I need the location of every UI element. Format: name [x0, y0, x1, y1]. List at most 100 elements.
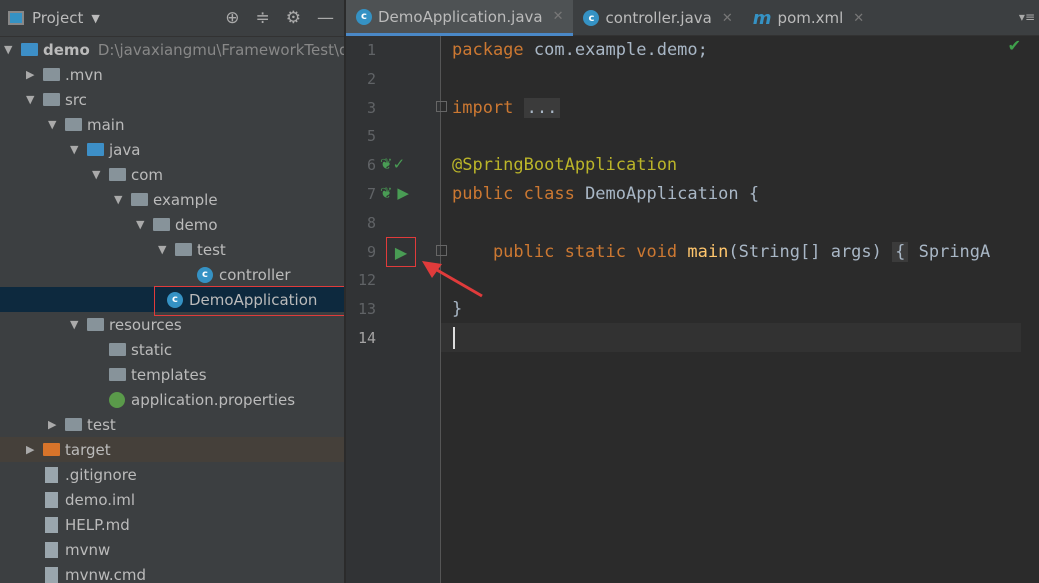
- chevron-right-icon[interactable]: ▶: [48, 418, 60, 431]
- package-icon: [152, 217, 170, 232]
- text-caret: [453, 327, 455, 349]
- spring-run-icon[interactable]: ❦ ▶: [380, 184, 409, 202]
- chevron-down-icon[interactable]: ▼: [91, 12, 99, 25]
- tree-item[interactable]: templates: [0, 362, 344, 387]
- close-icon[interactable]: ✕: [722, 11, 733, 26]
- collapse-all-icon[interactable]: ≑: [256, 8, 270, 28]
- code-line[interactable]: public static void main(String[] args) {…: [452, 238, 990, 267]
- line-number: 9: [366, 242, 376, 261]
- tab-label: DemoApplication.java: [378, 7, 543, 26]
- tree-item[interactable]: ▼ demo: [0, 212, 344, 237]
- tree-item-label: main: [87, 115, 125, 134]
- line-number: 2: [366, 69, 376, 88]
- tree-item[interactable]: ▶ target: [0, 437, 344, 462]
- run-main-button[interactable]: ▶: [386, 237, 416, 267]
- code-token: {: [892, 241, 909, 262]
- tree-item-label: mvnw.cmd: [65, 565, 147, 583]
- line-number: 6: [366, 156, 376, 175]
- tree-item[interactable]: ▶ test: [0, 412, 344, 437]
- tab-list-icon[interactable]: ▾≡: [1015, 0, 1039, 35]
- chevron-down-icon[interactable]: ▼: [48, 118, 60, 131]
- spring-bean-icon[interactable]: ❦✓: [380, 155, 405, 173]
- tab-demo-application[interactable]: c DemoApplication.java ✕: [346, 0, 574, 36]
- chevron-down-icon[interactable]: ▼: [136, 218, 148, 231]
- module-path: D:\javaxiangmu\FrameworkTest\de: [97, 40, 345, 59]
- hide-icon[interactable]: —: [317, 8, 334, 28]
- tree-item-label: java: [109, 140, 141, 159]
- tree-item[interactable]: c controller: [0, 262, 344, 287]
- project-view-selector[interactable]: Project: [32, 9, 83, 27]
- folder-icon: [64, 417, 82, 432]
- fold-icon[interactable]: [436, 245, 447, 256]
- code-token: com.example.demo;: [533, 40, 708, 60]
- current-line-highlight: [441, 323, 1021, 352]
- chevron-down-icon[interactable]: ▼: [4, 43, 16, 56]
- tree-item-label: target: [65, 440, 111, 459]
- tree-item[interactable]: ▼ src: [0, 87, 344, 112]
- chevron-down-icon[interactable]: ▼: [70, 143, 82, 156]
- tree-item[interactable]: ▼ test: [0, 237, 344, 262]
- tree-item-label: demo.iml: [65, 490, 135, 509]
- chevron-right-icon[interactable]: ▶: [26, 443, 38, 456]
- code-line[interactable]: import ...: [452, 94, 561, 123]
- tree-item[interactable]: HELP.md: [0, 512, 344, 537]
- fold-icon[interactable]: [436, 101, 447, 112]
- close-icon[interactable]: ✕: [853, 11, 864, 26]
- package-icon: [130, 192, 148, 207]
- tree-item[interactable]: ▶ .mvn: [0, 62, 344, 87]
- chevron-down-icon[interactable]: ▼: [70, 318, 82, 331]
- highlight-box: [154, 286, 344, 316]
- folder-icon: [108, 367, 126, 382]
- chevron-right-icon[interactable]: ▶: [26, 68, 38, 81]
- tree-item[interactable]: mvnw.cmd: [0, 562, 344, 583]
- line-number: 1: [366, 41, 376, 59]
- tree-item-label: example: [153, 190, 218, 209]
- tree-item-label: mvnw: [65, 540, 111, 559]
- file-icon: [42, 491, 60, 508]
- line-number: 12: [357, 271, 376, 290]
- resources-folder-icon: [86, 317, 104, 332]
- shell-icon: [42, 541, 60, 558]
- maven-icon: m: [752, 7, 772, 29]
- spring-properties-icon: [108, 391, 126, 408]
- tree-item[interactable]: ▼ java: [0, 137, 344, 162]
- code-token: SpringA: [908, 241, 991, 262]
- line-number: 14: [357, 329, 376, 347]
- chevron-down-icon[interactable]: ▼: [158, 243, 170, 256]
- code-line[interactable]: public class DemoApplication {: [452, 180, 759, 209]
- tree-item[interactable]: ▼ example: [0, 187, 344, 212]
- gear-icon[interactable]: ⚙: [286, 8, 301, 28]
- editor-tabs: c DemoApplication.java ✕ c controller.java ✕…: [346, 0, 1039, 36]
- code-token: @SpringBootApplication: [452, 155, 678, 176]
- project-view-icon: [8, 11, 24, 25]
- tree-item-label: HELP.md: [65, 515, 130, 534]
- tree-item[interactable]: ▼ main: [0, 112, 344, 137]
- tree-item[interactable]: ▼ com: [0, 162, 344, 187]
- chevron-down-icon[interactable]: ▼: [114, 193, 126, 206]
- tab-pom[interactable]: m pom.xml ✕: [743, 0, 874, 36]
- locate-icon[interactable]: ⊕: [225, 8, 239, 28]
- code-line[interactable]: @SpringBootApplication: [452, 151, 677, 180]
- file-icon: [42, 466, 60, 483]
- tree-item-label: application.properties: [131, 390, 296, 409]
- code-line[interactable]: package com.example.demo;: [452, 36, 708, 65]
- chevron-down-icon[interactable]: ▼: [26, 93, 38, 106]
- tree-item[interactable]: demo.iml: [0, 487, 344, 512]
- code-token: ...: [523, 97, 561, 118]
- close-icon[interactable]: ✕: [553, 9, 564, 24]
- code-token: import: [452, 97, 524, 118]
- module-folder-icon: [20, 42, 38, 57]
- chevron-down-icon[interactable]: ▼: [92, 168, 104, 181]
- tab-label: pom.xml: [777, 9, 844, 27]
- tree-item-label: com: [131, 165, 164, 184]
- tree-item[interactable]: ▼ demo D:\javaxiangmu\FrameworkTest\de: [0, 37, 345, 62]
- tree-item-label: demo D:\javaxiangmu\FrameworkTest\de: [43, 40, 345, 59]
- tab-controller[interactable]: c controller.java ✕: [573, 0, 742, 36]
- tree-item[interactable]: static: [0, 337, 344, 362]
- tree-item[interactable]: mvnw: [0, 537, 344, 562]
- tree-item[interactable]: .gitignore: [0, 462, 344, 487]
- line-number: 7: [366, 185, 376, 203]
- tree-item-label: static: [131, 340, 173, 359]
- tree-item[interactable]: application.properties: [0, 387, 344, 412]
- line-number: 8: [366, 213, 376, 232]
